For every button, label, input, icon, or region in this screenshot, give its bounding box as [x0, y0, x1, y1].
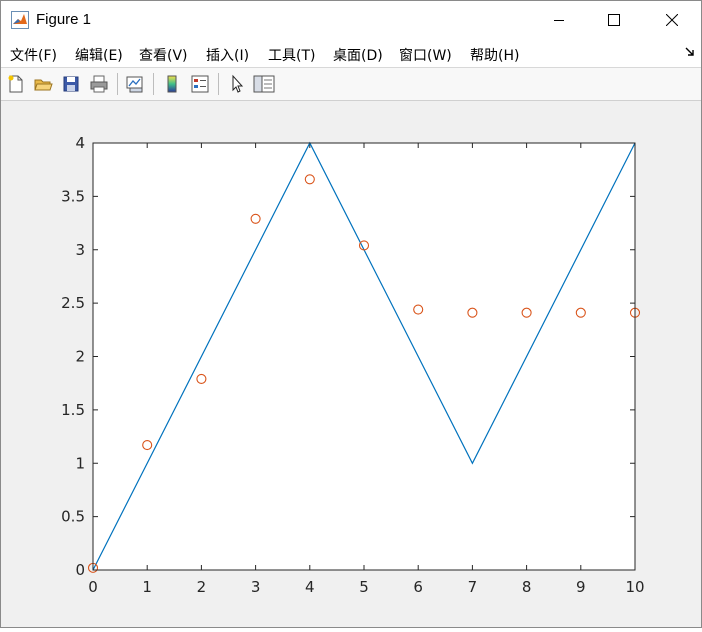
x-tick-label: 10 — [625, 578, 644, 596]
toolbar-separator — [218, 73, 219, 95]
figure-window: Figure 1 文件(F) 编辑(E) 查看(V) 插入(I) 工具(T) 桌… — [0, 0, 702, 628]
figure-toolbar — [1, 68, 701, 101]
axes-background — [93, 143, 635, 570]
y-tick-label: 1.5 — [61, 401, 85, 419]
y-tick-label: 2 — [75, 348, 85, 366]
x-tick-label: 6 — [413, 578, 423, 596]
menu-file[interactable]: 文件(F) — [10, 45, 57, 65]
dock-figure-icon[interactable] — [685, 47, 695, 57]
x-tick-label: 8 — [522, 578, 532, 596]
maximize-button[interactable] — [591, 1, 637, 39]
insert-colorbar-button[interactable] — [160, 72, 184, 96]
matlab-logo-icon — [11, 11, 29, 29]
y-tick-label: 1 — [75, 454, 85, 472]
y-tick-label: 0.5 — [61, 508, 85, 526]
menu-view[interactable]: 查看(V) — [139, 45, 188, 65]
open-file-icon — [34, 79, 53, 91]
x-tick-label: 2 — [197, 578, 207, 596]
new-figure-icon — [8, 75, 23, 93]
maximize-icon — [608, 14, 620, 26]
link-plot-button[interactable] — [123, 72, 147, 96]
edit-plot-button[interactable] — [225, 72, 249, 96]
menu-tools[interactable]: 工具(T) — [268, 45, 315, 65]
x-tick-label: 7 — [468, 578, 478, 596]
save-icon — [63, 76, 79, 92]
link-plot-icon — [126, 76, 143, 93]
minimize-button[interactable] — [536, 1, 582, 39]
y-tick-label: 3 — [75, 241, 85, 259]
y-tick-label: 4 — [75, 134, 85, 152]
x-tick-label: 5 — [359, 578, 369, 596]
y-tick-label: 0 — [75, 561, 85, 579]
property-inspector-icon — [253, 75, 275, 93]
edit-plot-arrow-icon — [232, 74, 244, 93]
plot-canvas: 0 1 2 3 4 5 6 7 8 9 10 0 0.5 1 1.5 2 2.5 3 3.5 4 — [1, 101, 701, 627]
toolbar-separator — [117, 73, 118, 95]
menu-bar: 文件(F) 编辑(E) 查看(V) 插入(I) 工具(T) 桌面(D) 窗口(W… — [1, 39, 701, 68]
menu-window[interactable]: 窗口(W) — [399, 45, 452, 65]
x-tick-label: 0 — [88, 578, 98, 596]
save-button[interactable] — [59, 72, 83, 96]
minimize-icon — [554, 20, 564, 21]
axes-chart[interactable]: 0 1 2 3 4 5 6 7 8 9 10 0 0.5 1 1.5 2 2.5 3 3.5 4 — [1, 101, 701, 627]
toolbar-separator — [153, 73, 154, 95]
menu-insert[interactable]: 插入(I) — [206, 45, 249, 65]
y-tick-label: 3.5 — [61, 187, 85, 205]
print-icon — [90, 75, 108, 93]
title-bar: Figure 1 — [1, 1, 701, 39]
close-button[interactable] — [649, 1, 695, 39]
y-tick-label: 2.5 — [61, 294, 85, 312]
x-tick-label: 1 — [142, 578, 152, 596]
x-tick-label: 9 — [576, 578, 586, 596]
x-tick-label: 3 — [251, 578, 261, 596]
menu-edit[interactable]: 编辑(E) — [75, 45, 123, 65]
property-inspector-button[interactable] — [252, 72, 276, 96]
close-icon — [666, 14, 678, 26]
open-file-button[interactable] — [31, 72, 55, 96]
print-button[interactable] — [87, 72, 111, 96]
insert-legend-icon — [191, 75, 209, 93]
insert-colorbar-icon — [167, 75, 177, 93]
window-title: Figure 1 — [36, 11, 92, 28]
new-figure-button[interactable] — [4, 72, 28, 96]
insert-legend-button[interactable] — [188, 72, 212, 96]
menu-desktop[interactable]: 桌面(D) — [333, 45, 383, 65]
x-tick-label: 4 — [305, 578, 315, 596]
menu-help[interactable]: 帮助(H) — [470, 45, 519, 65]
